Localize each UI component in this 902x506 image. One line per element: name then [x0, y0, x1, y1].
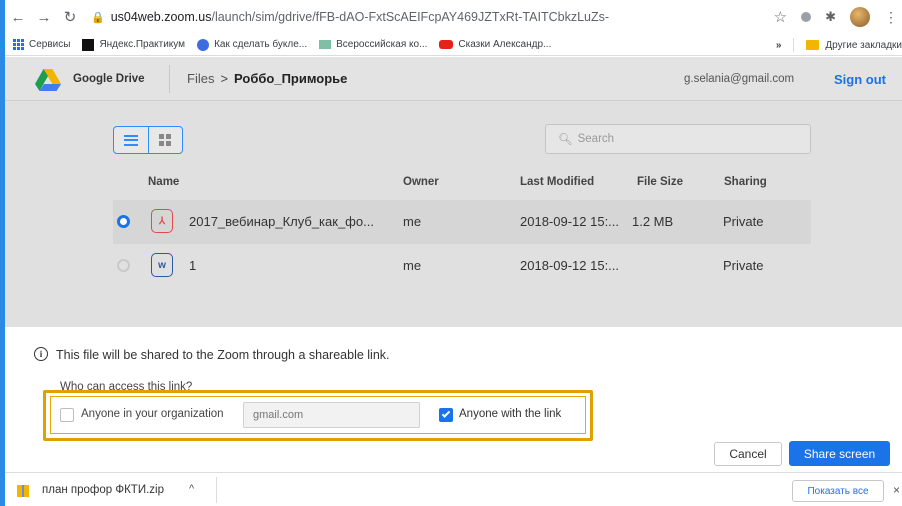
cancel-button[interactable]: Cancel	[714, 442, 782, 466]
link-checkbox[interactable]	[439, 408, 453, 422]
back-icon[interactable]: ←	[5, 9, 31, 26]
file-sharing: Private	[723, 214, 764, 229]
c-icon	[197, 38, 210, 51]
row-radio[interactable]	[117, 259, 130, 272]
view-toggle	[113, 126, 183, 154]
grid-view-button[interactable]	[149, 127, 183, 153]
table-row[interactable]: w 1 me 2018-09-12 15:... Private	[113, 244, 811, 288]
column-sharing[interactable]: Sharing	[724, 176, 767, 188]
search-box: 🔍︎	[545, 124, 811, 154]
puzzle-icon[interactable]: ✱	[825, 9, 836, 25]
bookmarks-divider	[793, 38, 795, 52]
menu-kebab-icon[interactable]: ⋮	[884, 9, 898, 26]
file-modified: 2018-09-12 15:...	[520, 214, 620, 229]
file-name: 1	[189, 258, 197, 273]
search-input[interactable]	[577, 133, 778, 145]
download-divider	[216, 477, 217, 503]
url-path: /launch/sim/gdrive/fFB-dAO-FxtScAEIFcpAY…	[211, 10, 610, 24]
other-bookmarks[interactable]: Другие закладки	[825, 40, 902, 51]
breadcrumb-files[interactable]: Files	[187, 71, 214, 86]
file-modified: 2018-09-12 15:...	[520, 258, 620, 273]
forward-icon[interactable]: →	[31, 9, 57, 26]
file-size: 1.2 MB	[632, 214, 674, 229]
column-file-size[interactable]: File Size	[637, 176, 683, 188]
share-screen-button[interactable]: Share screen	[789, 441, 890, 466]
bookmark-label: Как сделать букле...	[214, 39, 308, 50]
bookmark-label: Всероссийская ко...	[336, 39, 428, 50]
bookmark-vserossiyskaya[interactable]: Всероссийская ко...	[319, 39, 427, 50]
table-row[interactable]: ⅄ 2017_вебинар_Клуб_как_фо... me 2018-09…	[113, 200, 811, 244]
app-title: Google Drive	[73, 73, 145, 85]
bookmark-booklet[interactable]: Как сделать букле...	[197, 38, 308, 51]
google-drive-logo-icon	[35, 69, 61, 91]
breadcrumb-current-folder: Роббо_Приморье	[234, 71, 348, 86]
file-owner: me	[403, 258, 422, 273]
file-sharing: Private	[723, 258, 764, 273]
file-name: 2017_вебинар_Клуб_как_фо...	[189, 214, 374, 229]
list-view-button[interactable]	[114, 127, 149, 153]
list-view-icon	[123, 134, 138, 146]
show-all-downloads-button[interactable]: Показать все	[792, 480, 884, 502]
toolbar-right: ☆ ✱ ⋮	[774, 0, 902, 34]
search-icon: 🔍︎	[558, 134, 573, 146]
checkmark-icon	[441, 409, 451, 418]
bookmark-label: Сервисы	[29, 39, 71, 50]
download-options-chevron-icon[interactable]: ^	[189, 483, 194, 495]
column-last-modified[interactable]: Last Modified	[520, 176, 594, 188]
lock-icon[interactable]: 🔒	[91, 11, 105, 24]
bookmarks-overflow-button[interactable]: »	[776, 40, 782, 51]
url-field[interactable]: us04web.zoom.us/launch/sim/gdrive/fFB-dA…	[111, 10, 609, 24]
extension-icon[interactable]	[801, 12, 812, 22]
share-panel: i This file will be shared to the Zoom t…	[5, 327, 902, 472]
bookmarks-right: » Другие закладки	[776, 34, 902, 56]
org-checkbox[interactable]	[60, 408, 74, 422]
bookmark-skazki[interactable]: Сказки Александр...	[439, 39, 551, 50]
youtube-icon	[439, 40, 454, 49]
download-bar: план профор ФКТИ.zip ^ Показать все ×	[5, 472, 902, 506]
bookmark-services[interactable]: Сервисы	[13, 39, 70, 50]
bookmark-star-icon[interactable]: ☆	[774, 8, 787, 26]
reload-icon[interactable]: ↻	[57, 8, 83, 26]
breadcrumb: Files > Роббо_Приморье	[187, 71, 347, 86]
folder-icon	[806, 40, 820, 50]
file-owner: me	[403, 214, 422, 229]
bookmark-yandex-practicum[interactable]: Яндекс.Практикум	[82, 38, 186, 51]
org-option-label[interactable]: Anyone in your organization	[81, 408, 224, 420]
info-icon: i	[34, 347, 48, 361]
zip-file-icon	[17, 485, 29, 497]
share-info-text: This file will be shared to the Zoom thr…	[56, 348, 390, 362]
header-divider	[169, 65, 170, 93]
column-name[interactable]: Name	[148, 176, 179, 188]
mail-icon	[319, 40, 332, 49]
word-icon: w	[151, 253, 173, 277]
address-bar-row: ← → ↻ 🔒 us04web.zoom.us/launch/sim/gdriv…	[5, 0, 902, 34]
yandex-icon	[82, 38, 95, 51]
url-host: us04web.zoom.us	[110, 10, 212, 24]
column-owner[interactable]: Owner	[403, 176, 439, 188]
apps-grid-icon	[13, 39, 24, 50]
browser-window: ← → ↻ 🔒 us04web.zoom.us/launch/sim/gdriv…	[5, 0, 902, 506]
pdf-icon: ⅄	[151, 209, 173, 233]
profile-avatar[interactable]	[850, 7, 870, 27]
grid-view-icon	[159, 134, 172, 146]
link-option-label[interactable]: Anyone with the link	[459, 408, 561, 420]
drive-picker: Google Drive Files > Роббо_Приморье g.sela…	[5, 57, 902, 327]
sign-out-link[interactable]: Sign out	[834, 72, 886, 87]
account-email: g.selania@gmail.com	[684, 73, 795, 85]
download-file-name[interactable]: план профор ФКТИ.zip	[42, 484, 164, 496]
app-header: Google Drive Files > Роббо_Приморье g.sela…	[5, 57, 902, 101]
breadcrumb-chevron-icon: >	[220, 71, 229, 86]
bookmark-label: Сказки Александр...	[458, 39, 552, 50]
close-download-bar-icon[interactable]: ×	[893, 483, 900, 497]
bookmark-label: Яндекс.Практикум	[99, 39, 186, 50]
bookmarks-bar: Сервисы Яндекс.Практикум Как сделать бук…	[5, 34, 902, 56]
row-radio-selected[interactable]	[117, 215, 130, 228]
domain-input[interactable]	[243, 402, 420, 428]
